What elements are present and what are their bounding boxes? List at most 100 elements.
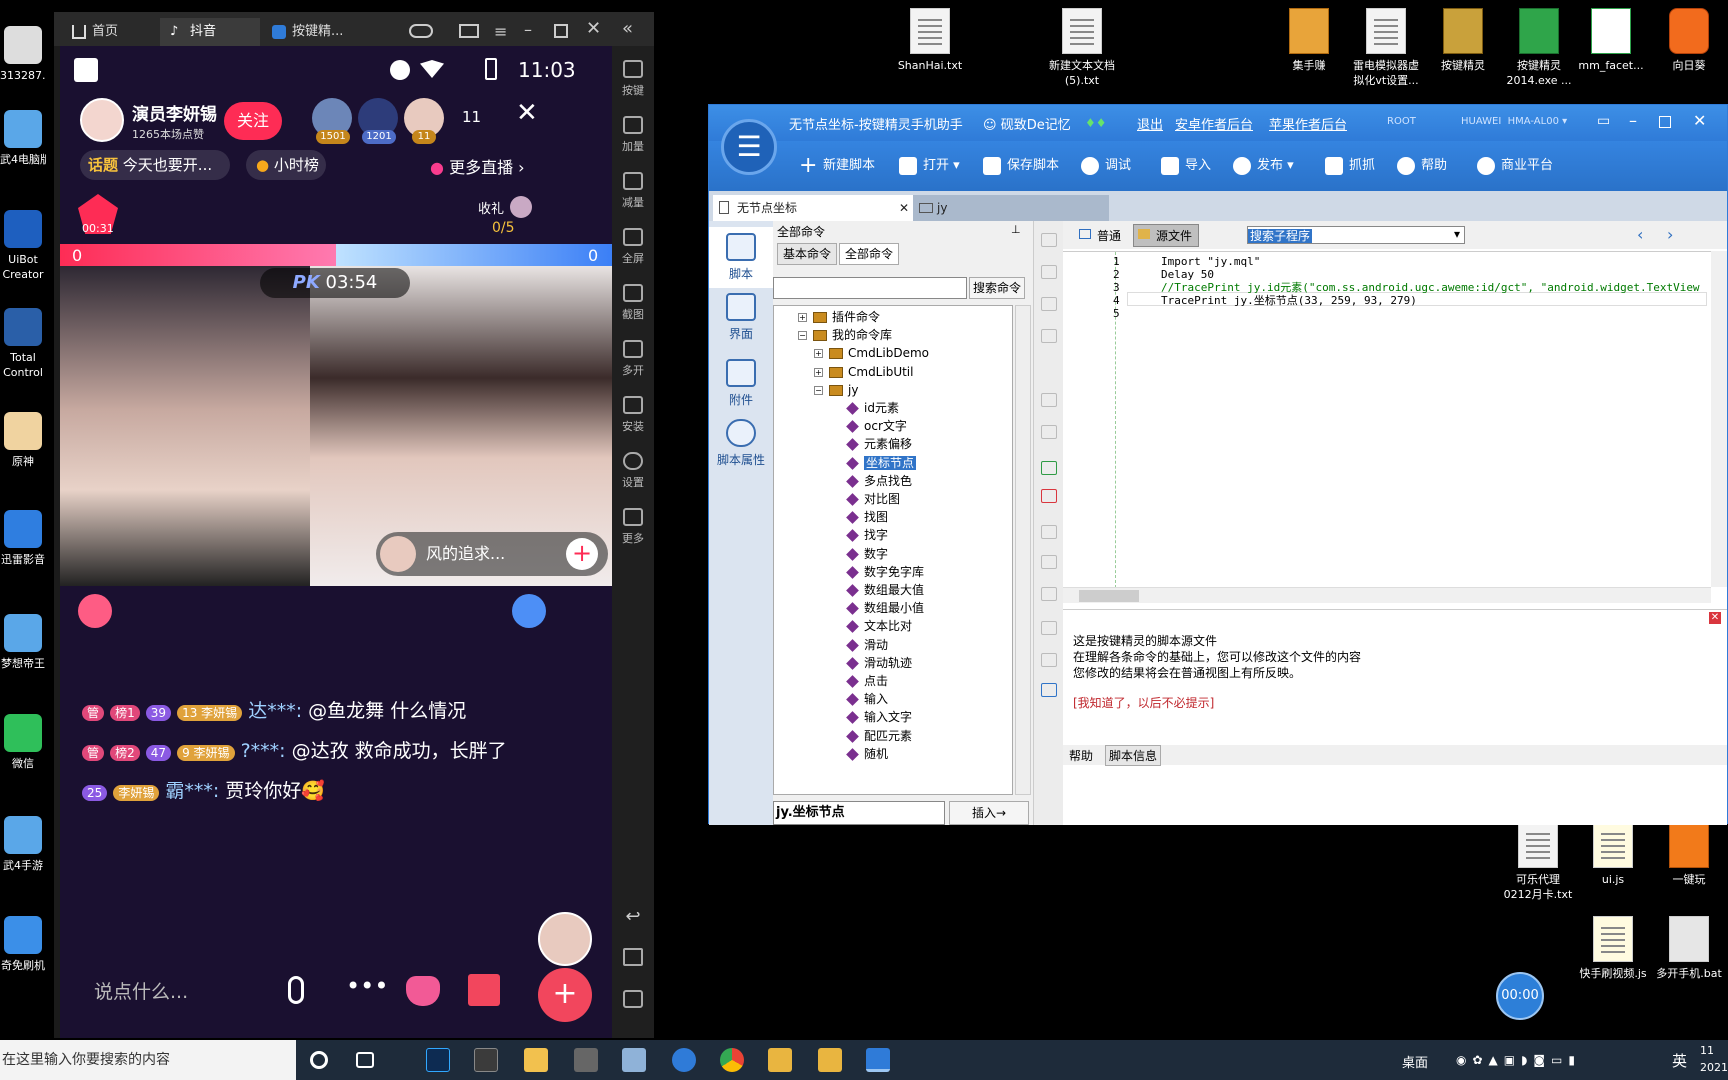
tree-command-item[interactable]: 多点找色 — [846, 472, 912, 490]
nav-forward-icon[interactable]: › — [1667, 225, 1673, 244]
tree-folder-item[interactable]: − 我的命令库 — [798, 326, 892, 344]
expand-toggle-icon[interactable]: + — [814, 349, 823, 359]
tree-folder-item[interactable]: − jy — [814, 381, 858, 399]
tree-command-item[interactable]: 找字 — [846, 526, 888, 544]
import-button[interactable]: 导入 — [1161, 157, 1211, 175]
desktop-icon-mm-facet[interactable]: mm_facet... — [1566, 8, 1656, 73]
heart-icon[interactable] — [406, 976, 440, 1006]
side-button-keys[interactable]: 按键 — [612, 60, 654, 98]
side-button-install[interactable]: 安装 — [612, 396, 654, 434]
follow-button[interactable]: 关注 — [224, 102, 282, 140]
code-line[interactable]: Delay 50 — [1161, 268, 1214, 281]
tree-folder-item[interactable]: + 插件命令 — [798, 308, 880, 326]
task-view-icon[interactable] — [356, 1052, 374, 1068]
subroutine-select[interactable]: 搜索子程序 ▾ — [1247, 226, 1465, 244]
timer-bubble[interactable]: 00:00 — [1496, 972, 1544, 1020]
side-button-multi[interactable]: 多开 — [612, 340, 654, 378]
emulator-tab-anjian[interactable]: 按键精... — [262, 18, 372, 46]
calculator-icon[interactable] — [574, 1048, 598, 1072]
close-icon[interactable]: ✕ — [1693, 111, 1706, 130]
expand-toggle-icon[interactable]: + — [814, 367, 823, 377]
command-search-button[interactable]: 搜索命令 — [969, 277, 1025, 299]
view-tab-normal[interactable]: 普通 — [1079, 227, 1121, 244]
desktop-icon-left-3[interactable]: Total Control — [0, 308, 46, 380]
more-live-button[interactable]: ● 更多直播 › — [430, 154, 525, 178]
android-author-link[interactable]: 安卓作者后台 — [1175, 114, 1253, 133]
desktop-icon-left-5[interactable]: 迅雷影音 — [0, 510, 46, 567]
replace-icon[interactable] — [1041, 653, 1057, 667]
bottom-tab-help[interactable]: 帮助 — [1069, 747, 1093, 764]
hint-dismiss-link[interactable]: [我知道了，以后不必提示] — [1073, 694, 1214, 711]
tree-folder-item[interactable]: + CmdLibUtil — [814, 363, 913, 381]
app-icon[interactable] — [622, 1048, 646, 1072]
photoshop-icon[interactable] — [426, 1048, 450, 1072]
doc-tab-jy[interactable]: jy — [913, 195, 1109, 221]
tab-all-commands[interactable]: 全部命令 — [839, 243, 899, 265]
seat-icon-right[interactable] — [512, 594, 546, 628]
publish-button[interactable]: 发布 ▾ — [1233, 157, 1294, 175]
bottom-tab-info[interactable]: 脚本信息 — [1105, 745, 1162, 766]
desktop-icon-left-4[interactable]: 原神 — [0, 412, 46, 469]
nav-back-icon[interactable]: ‹ — [1637, 225, 1643, 244]
view-tab-source[interactable]: 源文件 — [1133, 224, 1200, 247]
paste-icon[interactable] — [1041, 425, 1057, 439]
arrow-down-icon[interactable] — [1041, 233, 1057, 247]
comment-item[interactable]: 管 榜1 39 13 李妍锡 达***: @鱼龙舞 什么情况 — [82, 696, 522, 728]
tree-command-item[interactable]: 对比图 — [846, 490, 900, 508]
tree-command-item[interactable]: 文本比对 — [846, 617, 912, 635]
home-nav-icon[interactable] — [612, 948, 654, 970]
redo-icon[interactable] — [1041, 555, 1057, 569]
file-explorer-icon[interactable] — [524, 1048, 548, 1072]
help-button[interactable]: 帮助 — [1397, 157, 1447, 175]
desktop-icon-duokai-bat[interactable]: 多开手机.bat — [1644, 916, 1728, 981]
app-icon[interactable] — [768, 1048, 792, 1072]
comment-icon[interactable] — [1041, 461, 1057, 475]
nav-properties[interactable]: 脚本属性 — [709, 419, 773, 468]
tree-command-item[interactable]: 元素偏移 — [846, 435, 912, 453]
expand-toggle-icon[interactable]: − — [798, 331, 807, 341]
close-icon[interactable]: ✕ — [586, 18, 601, 39]
tree-command-item[interactable]: 数组最小值 — [846, 599, 924, 617]
desktop-icon-left-8[interactable]: 武4手游 — [0, 816, 46, 873]
side-button-fullscreen[interactable]: 全屏 — [612, 228, 654, 266]
minimize-icon[interactable]: – — [524, 20, 532, 39]
desktop-icon-left-1[interactable]: 武4电脑版 — [0, 110, 46, 167]
mail-icon[interactable] — [459, 24, 479, 38]
nav-attachment[interactable]: 附件 — [709, 359, 773, 408]
restore-icon[interactable]: ▭ — [1597, 113, 1610, 129]
gift-box-icon[interactable] — [468, 974, 500, 1006]
minimize-icon[interactable]: – — [1629, 111, 1637, 130]
back-icon[interactable]: ↩ — [612, 906, 654, 927]
comment-input[interactable]: 说点什么... — [80, 968, 310, 1016]
pin-icon[interactable]: ⊥ — [1011, 223, 1021, 236]
debug-button[interactable]: 调试 — [1081, 157, 1131, 175]
nav-ui[interactable]: 界面 — [709, 293, 773, 342]
desktop-icon-new-text[interactable]: 新建文本文档 (5).txt — [1037, 8, 1127, 88]
ime-indicator[interactable]: 英 — [1672, 1050, 1687, 1071]
desktop-icon-shanhai[interactable]: ShanHai.txt — [885, 8, 975, 73]
tree-command-item[interactable]: 数组最大值 — [846, 581, 924, 599]
tree-command-item[interactable]: 坐标节点 — [846, 454, 917, 472]
emulator-tab-douyin[interactable]: ♪ 抖音 — [160, 18, 260, 46]
hscroll-thumb[interactable] — [1079, 590, 1139, 602]
comment-item[interactable]: 25 李妍锡 霸***: 贾玲你好🥰 — [82, 776, 522, 808]
device-select[interactable]: HUAWEI HMA-AL00 ▾ — [1461, 116, 1567, 127]
topic-chip[interactable]: 话题 今天也要开... — [80, 150, 230, 180]
desktop-icon-left-7[interactable]: 微信 — [0, 714, 46, 771]
copy-icon[interactable] — [1041, 393, 1057, 407]
current-command-field[interactable]: jy.坐标节点 — [773, 801, 945, 825]
hour-rank-chip[interactable]: ● 小时榜 — [246, 150, 326, 180]
desktop-icon-yijianwan[interactable]: 一键玩 — [1644, 822, 1728, 887]
mic-icon[interactable] — [288, 976, 304, 1004]
collapse-icon[interactable]: « — [622, 18, 633, 39]
desktop-icon-left-9[interactable]: 奇免刷机 — [0, 916, 46, 973]
tree-command-item[interactable]: 随机 — [846, 745, 888, 763]
more-icon[interactable]: ••• — [346, 972, 388, 1000]
editor-vscroll[interactable] — [1711, 251, 1727, 587]
undo-icon[interactable] — [1041, 525, 1057, 539]
anjian-phone-taskbar-icon[interactable] — [866, 1048, 890, 1072]
tree-command-item[interactable]: 滑动轨迹 — [846, 654, 912, 672]
expand-toggle-icon[interactable]: + — [798, 313, 807, 322]
open-button[interactable]: 打开 ▾ — [899, 157, 960, 175]
doc-tab-main[interactable]: 无节点坐标 ✕ — [713, 195, 913, 221]
